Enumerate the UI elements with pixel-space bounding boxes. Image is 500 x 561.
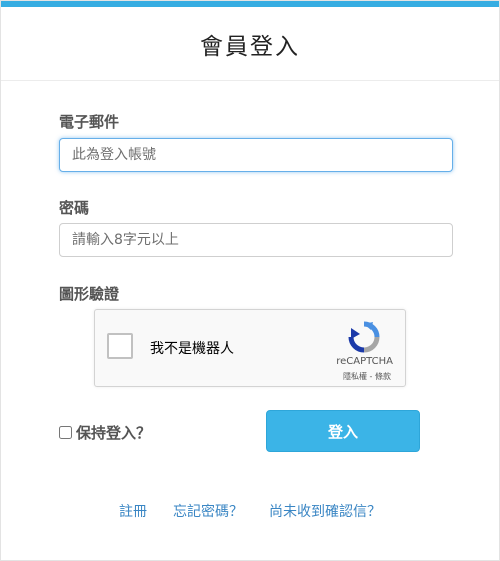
password-input[interactable] [59, 223, 453, 257]
recaptcha-brand: reCAPTCHA [336, 356, 393, 367]
recaptcha-terms-link[interactable]: 隱私權 - 條款 [343, 371, 391, 382]
forgot-password-link[interactable]: 忘記密碼？ [173, 501, 243, 521]
register-link[interactable]: 註冊 [119, 501, 147, 521]
recaptcha-widget: 我不是機器人 reCAPTCHA 隱私權 - 條款 [94, 309, 406, 387]
password-label: 密碼 [59, 199, 90, 217]
email-label: 電子郵件 [59, 113, 120, 131]
recaptcha-checkbox-label: 我不是機器人 [150, 341, 234, 357]
page-title: 會員登入 [200, 33, 300, 60]
header: 會員登入 [1, 7, 499, 81]
captcha-label: 圖形驗證 [59, 285, 120, 303]
email-input[interactable] [59, 138, 453, 172]
login-panel: 會員登入 電子郵件 密碼 圖形驗證 我不是機器人 reCAPTCHA 隱私權 -… [0, 0, 500, 561]
login-button[interactable]: 登入 [266, 410, 420, 452]
remember-checkbox[interactable] [59, 426, 72, 439]
resend-confirmation-link[interactable]: 尚未收到確認信？ [269, 501, 381, 521]
recaptcha-logo-icon [348, 321, 380, 353]
remember-label: 保持登入？ [76, 424, 152, 442]
footer-links: 註冊 忘記密碼？ 尚未收到確認信？ [1, 501, 499, 521]
remember-me[interactable]: 保持登入？ [59, 422, 151, 443]
recaptcha-checkbox[interactable] [107, 333, 133, 359]
